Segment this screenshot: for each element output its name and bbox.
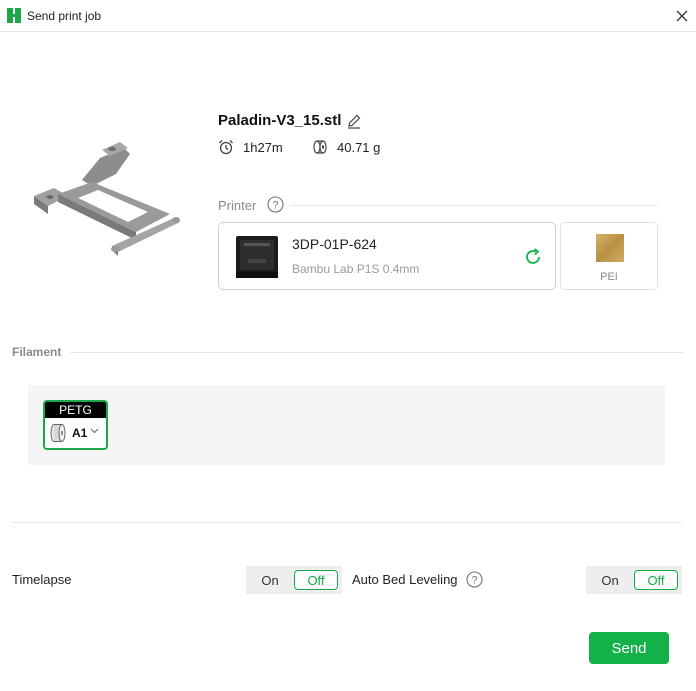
timelapse-label: Timelapse: [12, 572, 72, 587]
printer-model: Bambu Lab P1S 0.4mm: [292, 262, 420, 276]
auto-bed-leveling-label: Auto Bed Leveling: [352, 572, 458, 587]
printer-divider: [290, 205, 658, 206]
printer-image-icon: [236, 236, 278, 278]
model-file-name: Paladin-V3_15.stl: [218, 112, 342, 129]
plate-type-label: PEI: [600, 271, 618, 283]
pei-plate-icon: [596, 234, 624, 262]
ams-slot-name: A1: [72, 426, 88, 440]
filament-type-label: PETG: [45, 402, 106, 418]
chevron-down-icon: [90, 428, 99, 434]
alarm-clock-icon: [219, 140, 233, 155]
model-thumbnail: [34, 142, 180, 256]
edit-pencil-icon[interactable]: [346, 113, 362, 129]
svg-text:?: ?: [272, 200, 278, 212]
bambu-studio-logo-icon: [7, 8, 21, 23]
refresh-icon[interactable]: [523, 247, 543, 267]
filament-divider: [70, 352, 683, 353]
options-divider: [12, 522, 682, 523]
auto-bed-leveling-off-option[interactable]: Off: [634, 570, 678, 590]
timelapse-toggle[interactable]: On Off: [246, 566, 342, 594]
filament-weight: 40.71 g: [337, 140, 381, 155]
timelapse-on-option[interactable]: On: [246, 566, 294, 594]
window-titlebar: Send print job: [0, 0, 696, 32]
svg-text:?: ?: [471, 575, 477, 587]
printer-section-label: Printer: [218, 198, 257, 213]
filament-slot[interactable]: PETG A1: [43, 400, 108, 450]
send-button[interactable]: Send: [589, 632, 669, 664]
print-time: 1h27m: [243, 140, 283, 155]
filament-spool-icon: [313, 140, 327, 154]
printer-selector[interactable]: 3DP-01P-624 Bambu Lab P1S 0.4mm: [218, 222, 556, 290]
window-title: Send print job: [27, 9, 102, 23]
printer-help-icon[interactable]: ?: [267, 196, 284, 213]
filament-section-label: Filament: [12, 345, 62, 359]
auto-bed-leveling-on-option[interactable]: On: [586, 566, 634, 594]
auto-bed-leveling-toggle[interactable]: On Off: [586, 566, 682, 594]
auto-bed-leveling-help-icon[interactable]: ?: [466, 571, 483, 588]
spool-icon: [50, 424, 66, 442]
close-icon: [676, 10, 688, 22]
plate-type-selector[interactable]: PEI: [560, 222, 658, 290]
timelapse-off-option[interactable]: Off: [294, 570, 338, 590]
filament-mapping-area: [28, 385, 665, 465]
printer-name: 3DP-01P-624: [292, 236, 377, 252]
close-button[interactable]: [670, 4, 694, 28]
